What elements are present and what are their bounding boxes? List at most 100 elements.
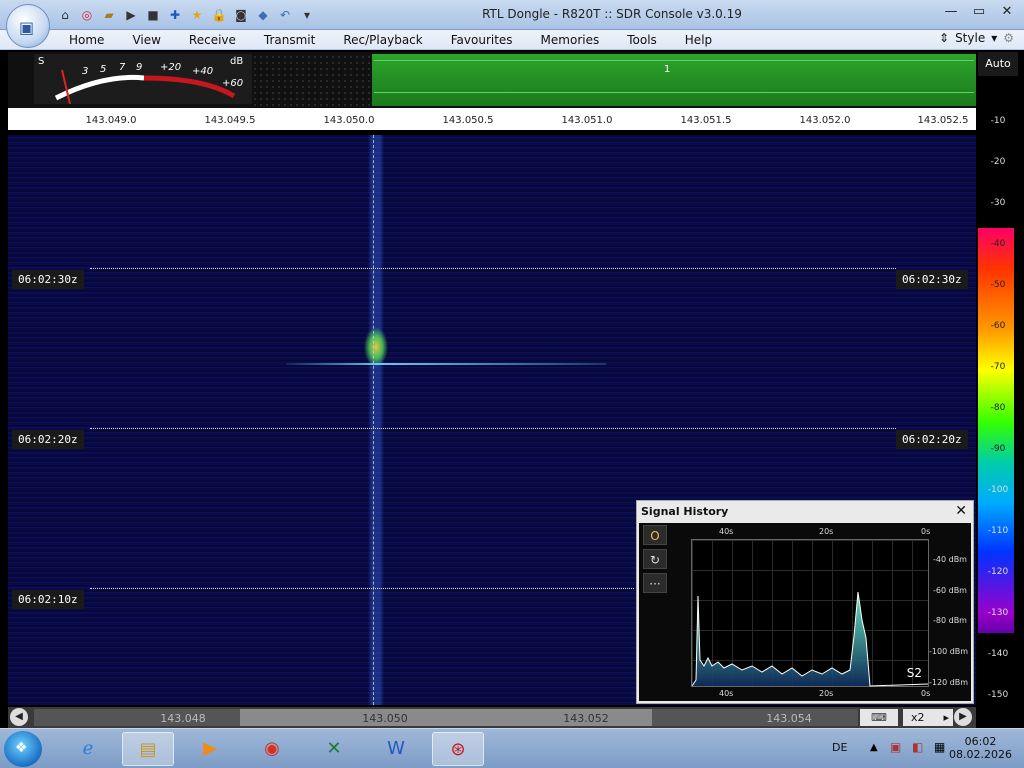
menu-transmit[interactable]: Transmit bbox=[250, 32, 329, 48]
keyboard-icon[interactable]: ⌨ bbox=[860, 709, 898, 726]
style-menu[interactable]: ⇕ Style ▾ ⚙ bbox=[939, 31, 1014, 45]
time-gridline bbox=[90, 588, 634, 589]
s-reading: S2 bbox=[906, 666, 922, 680]
taskbar: ❖ ℯ ▤ ▶ ◉ ✕ W ⊛ DE ▲ ▣ ◧ ▦ 06:02 08.02.2… bbox=[0, 728, 1024, 768]
freq-tick: 143.052.5 bbox=[917, 115, 969, 126]
start-button[interactable]: ❖ bbox=[4, 731, 42, 767]
clock[interactable]: 06:02 08.02.2026 bbox=[949, 735, 1012, 761]
time-label-right: 06:02:20z bbox=[896, 430, 968, 449]
dbm-label: -80 dBm bbox=[933, 616, 967, 625]
word-icon[interactable]: W bbox=[370, 732, 422, 766]
menu-home[interactable]: Home bbox=[55, 32, 118, 48]
bottom-freq-label: 143.050 bbox=[362, 712, 408, 725]
tuning-cursor[interactable] bbox=[373, 135, 374, 705]
freq-tick: 143.050.0 bbox=[323, 115, 375, 126]
title-bar: ⌂ ◎ ▰ ▶ ■ ✚ ★ 🔒 ◙ ◆ ↶ ▾ RTL Dongle - R82… bbox=[0, 0, 1024, 30]
dot-panel bbox=[252, 54, 372, 106]
db-label: -140 bbox=[987, 649, 1009, 659]
time-label-left: 06:02:10z bbox=[12, 590, 84, 609]
menu-rec-playback[interactable]: Rec/Playback bbox=[329, 32, 436, 48]
menu-view[interactable]: View bbox=[118, 32, 174, 48]
dbm-label: -60 dBm bbox=[933, 586, 967, 595]
explorer-icon[interactable]: ▤ bbox=[122, 732, 174, 766]
auto-button[interactable]: Auto bbox=[978, 52, 1018, 76]
time-label-top: 20s bbox=[819, 527, 834, 536]
menu-receive[interactable]: Receive bbox=[175, 32, 250, 48]
time-gridline bbox=[90, 268, 896, 269]
menu-tools[interactable]: Tools bbox=[613, 32, 671, 48]
db-label: -70 bbox=[990, 362, 1006, 372]
time-label-bottom: 0s bbox=[921, 689, 931, 698]
time-label-left: 06:02:30z bbox=[12, 270, 84, 289]
language-indicator[interactable]: DE bbox=[832, 741, 847, 754]
windows-logo-icon: ❖ bbox=[15, 740, 28, 756]
db-label: -80 bbox=[990, 403, 1006, 413]
application-menu-button[interactable]: ▣ bbox=[6, 4, 50, 48]
signal-trail bbox=[286, 363, 606, 365]
bottom-freq-label: 143.048 bbox=[160, 712, 206, 725]
scroll-left-button[interactable]: ◀ bbox=[10, 708, 28, 726]
network-icon[interactable]: ▣ bbox=[890, 740, 901, 754]
smeter-arc bbox=[54, 69, 236, 104]
freq-tick: 143.050.5 bbox=[442, 115, 494, 126]
db-label: -120 bbox=[987, 567, 1009, 577]
record-button[interactable]: O bbox=[643, 525, 667, 545]
clock-date: 08.02.2026 bbox=[949, 748, 1012, 761]
signal-history-tools: O ↻ ··· bbox=[643, 525, 667, 597]
tray-chevron-icon[interactable]: ▲ bbox=[870, 742, 878, 753]
zoom-select[interactable]: x2 ▸ bbox=[903, 709, 953, 726]
signal-trace bbox=[692, 591, 929, 687]
db-label: -60 bbox=[990, 321, 1006, 331]
system-tray: DE ▲ ▣ ◧ ▦ 06:02 08.02.2026 bbox=[804, 729, 1024, 768]
scroll-track-right[interactable] bbox=[652, 709, 858, 726]
menu-memories[interactable]: Memories bbox=[527, 32, 614, 48]
db-label: -100 bbox=[987, 485, 1009, 495]
freq-tick: 143.051.0 bbox=[561, 115, 613, 126]
time-label-bottom: 40s bbox=[719, 689, 734, 698]
band-line-top bbox=[374, 60, 974, 61]
db-label: -50 bbox=[990, 280, 1006, 290]
chrome-icon[interactable]: ◉ bbox=[246, 732, 298, 766]
menu-help[interactable]: Help bbox=[671, 32, 726, 48]
freq-tick: 143.049.5 bbox=[204, 115, 256, 126]
bottom-frequency-bar[interactable]: ◀ 143.048 143.050 143.052 143.054 ⌨ x2 ▸… bbox=[8, 707, 976, 728]
dbm-label: -100 dBm bbox=[929, 647, 969, 656]
chevron-down-icon: ▾ bbox=[991, 31, 998, 45]
db-label: -130 bbox=[987, 608, 1009, 618]
db-label: -30 bbox=[990, 198, 1006, 208]
freq-tick: 143.052.0 bbox=[799, 115, 851, 126]
gear-icon[interactable]: ⚙ bbox=[1003, 31, 1014, 45]
scroll-track-left[interactable] bbox=[34, 709, 240, 726]
time-label-right: 06:02:30z bbox=[896, 270, 968, 289]
signal-history-plot[interactable]: S2 bbox=[691, 539, 929, 687]
refresh-button[interactable]: ↻ bbox=[643, 549, 667, 569]
ie-icon[interactable]: ℯ bbox=[62, 732, 114, 766]
menu-favourites[interactable]: Favourites bbox=[437, 32, 527, 48]
close-icon[interactable]: ✕ bbox=[955, 503, 967, 519]
dbm-label: -120 dBm bbox=[929, 678, 969, 687]
frequency-axis[interactable]: 143.049.0 143.049.5 143.050.0 143.050.5 … bbox=[8, 108, 976, 130]
menu-bar: Home View Receive Transmit Rec/Playback … bbox=[0, 30, 1024, 50]
volume-icon[interactable]: ◧ bbox=[912, 740, 923, 754]
media-player-icon[interactable]: ▶ bbox=[184, 732, 236, 766]
smeter-needle bbox=[61, 69, 71, 104]
signal-history-panel: Signal History ✕ O ↻ ··· 40s 20s 0s S2 -… bbox=[636, 500, 974, 704]
close-button[interactable]: ✕ bbox=[994, 2, 1020, 22]
time-gridline bbox=[90, 428, 896, 429]
more-options-button[interactable]: ··· bbox=[643, 573, 667, 593]
style-label: Style bbox=[955, 31, 986, 45]
band-display[interactable]: 1 bbox=[372, 54, 976, 106]
time-label-top: 40s bbox=[719, 527, 734, 536]
freq-tick: 143.049.0 bbox=[85, 115, 137, 126]
db-scale: Auto -10 -20 -30 -40 -50 -60 -70 -80 -90… bbox=[978, 52, 1024, 728]
db-label: -110 bbox=[987, 526, 1009, 536]
excel-icon[interactable]: ✕ bbox=[308, 732, 360, 766]
power-icon[interactable]: ▦ bbox=[934, 740, 945, 754]
bottom-freq-label: 143.054 bbox=[766, 712, 812, 725]
minimize-button[interactable]: — bbox=[938, 2, 964, 22]
db-label: -40 bbox=[990, 239, 1006, 249]
maximize-button[interactable]: ▭ bbox=[966, 2, 992, 22]
db-label: -20 bbox=[990, 157, 1006, 167]
scroll-right-button[interactable]: ▶ bbox=[954, 708, 972, 726]
sdr-console-icon[interactable]: ⊛ bbox=[432, 732, 484, 766]
